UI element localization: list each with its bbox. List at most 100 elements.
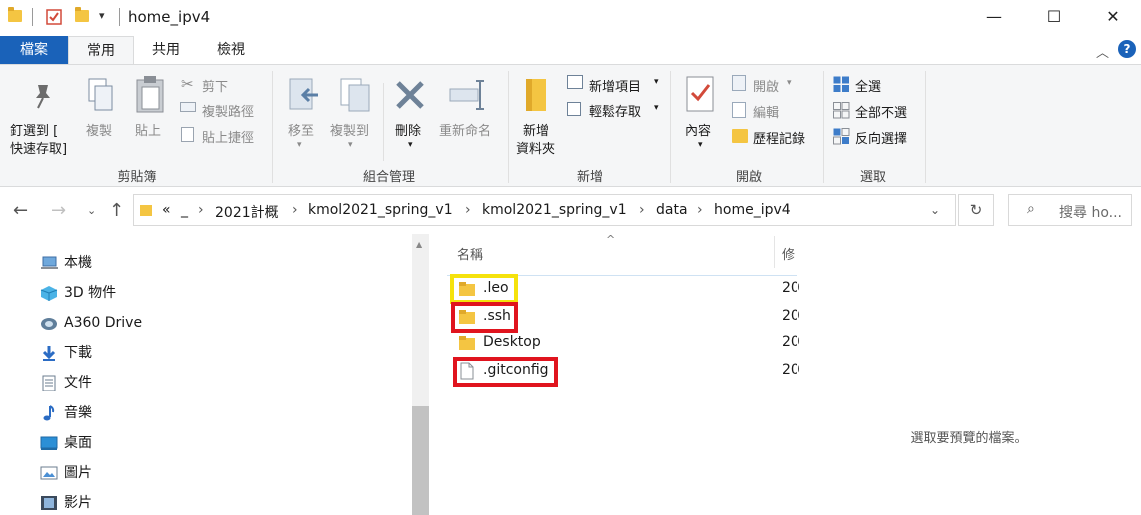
breadcrumb-separator-icon[interactable]: › — [697, 202, 703, 218]
history-icon — [732, 129, 748, 143]
column-header-name[interactable]: 名稱 — [457, 244, 483, 263]
select-none-icon — [833, 102, 850, 119]
group-label-select: 選取 — [859, 170, 886, 185]
nav-item-label: 桌面 — [64, 435, 92, 451]
chevron-down-icon: ▾ — [698, 140, 703, 150]
customize-quick-access-icon[interactable]: ▾ — [99, 9, 105, 22]
invert-selection-button[interactable]: 反向選擇 — [855, 128, 907, 147]
paste-button[interactable]: 貼上 — [135, 120, 161, 139]
highlight-box — [451, 302, 518, 333]
invert-selection-icon — [833, 128, 850, 145]
pin-quick-access-button[interactable]: 釘選到 [ — [10, 120, 58, 139]
folder-icon — [459, 336, 475, 350]
edit-button[interactable]: 編輯 — [753, 102, 779, 121]
collapse-ribbon-icon[interactable]: ︿ — [1096, 42, 1109, 61]
rename-button[interactable]: 重新命名 — [439, 120, 491, 139]
copy-path-button[interactable]: 複製路徑 — [202, 101, 254, 120]
move-to-button[interactable]: 移至 — [288, 120, 314, 139]
folder-icon — [8, 7, 22, 22]
maximize-button[interactable]: ☐ — [1030, 0, 1078, 34]
new-item-icon — [567, 75, 583, 89]
cut-button[interactable]: 剪下 — [202, 76, 228, 95]
divider — [119, 8, 120, 26]
column-divider[interactable] — [774, 236, 775, 268]
scrollbar-thumb[interactable] — [412, 406, 429, 515]
3d-objects-icon — [40, 286, 58, 301]
divider — [272, 71, 273, 183]
breadcrumb-separator-icon[interactable]: › — [198, 202, 204, 218]
breadcrumb-separator-icon[interactable]: › — [639, 202, 645, 218]
sort-ascending-icon: ^ — [606, 233, 616, 246]
back-arrow-icon[interactable]: ← — [13, 200, 28, 221]
address-bar[interactable]: « _ › 2021計概 › kmol2021_spring_v1 › kmol… — [133, 194, 956, 226]
nav-pane-scrollbar[interactable]: ▲ — [412, 234, 429, 515]
breadcrumb-item[interactable]: home_ipv4 — [714, 202, 791, 218]
file-row[interactable]: Desktop 20 — [455, 331, 800, 357]
new-folder-icon[interactable] — [75, 7, 89, 22]
close-button[interactable]: ✕ — [1089, 0, 1137, 34]
divider — [508, 71, 509, 183]
minimize-button[interactable]: — — [970, 0, 1018, 34]
chevron-down-icon: ▾ — [654, 103, 659, 113]
copy-to-button[interactable]: 複製到 — [330, 120, 369, 139]
copy-icon — [88, 78, 113, 111]
refresh-icon[interactable]: ↻ — [958, 194, 994, 226]
address-overflow-button[interactable]: « — [162, 202, 171, 218]
breadcrumb-item[interactable]: kmol2021_spring_v1 — [482, 202, 627, 218]
breadcrumb-separator-icon[interactable]: › — [465, 202, 471, 218]
forward-arrow-icon[interactable]: → — [51, 200, 66, 221]
copy-button[interactable]: 複製 — [86, 120, 112, 139]
tab-file[interactable]: 檔案 — [0, 36, 68, 64]
delete-button[interactable]: 刪除 — [395, 120, 421, 139]
preview-pane: 選取要預覽的檔案。 — [797, 234, 1141, 515]
new-folder-icon — [526, 79, 546, 111]
window-title: home_ipv4 — [128, 8, 211, 26]
recent-locations-chevron-icon[interactable]: ⌄ — [87, 204, 96, 217]
breadcrumb-item[interactable]: kmol2021_spring_v1 — [308, 202, 453, 218]
group-label-organize: 組合管理 — [362, 170, 415, 185]
open-icon — [732, 75, 746, 91]
easy-access-button[interactable]: 輕鬆存取 — [589, 101, 641, 120]
pictures-icon — [40, 466, 58, 480]
open-button[interactable]: 開啟 — [753, 76, 779, 95]
column-header-date-modified[interactable]: 修 — [782, 244, 795, 263]
tab-home[interactable]: 常用 — [68, 36, 134, 64]
properties-checkmark-icon[interactable] — [46, 9, 62, 25]
tab-view[interactable]: 檢視 — [198, 36, 264, 64]
chevron-down-icon: ▾ — [654, 77, 659, 87]
new-folder-label: 資料夾 — [516, 142, 556, 157]
nav-item-label: 下載 — [64, 345, 92, 361]
preview-message: 選取要預覽的檔案。 — [910, 431, 1028, 446]
delete-icon — [396, 81, 424, 109]
properties-button[interactable]: 內容 — [685, 120, 711, 139]
search-box[interactable]: ⌕ 搜尋 ho... — [1008, 194, 1132, 226]
edit-icon — [732, 102, 746, 118]
help-icon[interactable]: ? — [1118, 40, 1136, 58]
history-button[interactable]: 歷程記錄 — [753, 128, 805, 147]
group-label-open: 開啟 — [735, 170, 762, 185]
breadcrumb-item[interactable]: data — [656, 202, 688, 218]
new-folder-button[interactable]: 新增 — [523, 120, 549, 139]
paste-shortcut-button[interactable]: 貼上捷徑 — [202, 127, 254, 146]
up-arrow-icon[interactable]: ↑ — [109, 200, 124, 221]
tab-share[interactable]: 共用 — [134, 36, 198, 64]
folder-icon — [140, 205, 152, 216]
search-input[interactable]: 搜尋 ho... — [1059, 202, 1122, 222]
breadcrumb-separator-icon[interactable]: › — [292, 202, 298, 218]
select-none-button[interactable]: 全部不選 — [855, 102, 907, 121]
breadcrumb-item[interactable]: _ — [181, 202, 188, 218]
address-history-chevron-icon[interactable]: ⌄ — [930, 203, 940, 217]
navigation-bar: ← → ⌄ ↑ « _ › 2021計概 › kmol2021_spring_v… — [0, 188, 1141, 234]
scroll-up-arrow-icon[interactable]: ▲ — [416, 240, 422, 249]
documents-icon — [42, 375, 56, 391]
divider — [925, 71, 926, 183]
breadcrumb-item[interactable]: 2021計概 — [215, 202, 279, 222]
divider — [32, 8, 33, 26]
nav-item-label: 圖片 — [64, 465, 92, 481]
nav-item-label: 音樂 — [64, 405, 92, 421]
divider — [670, 71, 671, 183]
music-icon — [43, 405, 55, 421]
new-item-button[interactable]: 新增項目 — [589, 76, 641, 95]
chevron-down-icon: ▾ — [787, 78, 792, 88]
select-all-button[interactable]: 全選 — [855, 76, 881, 95]
